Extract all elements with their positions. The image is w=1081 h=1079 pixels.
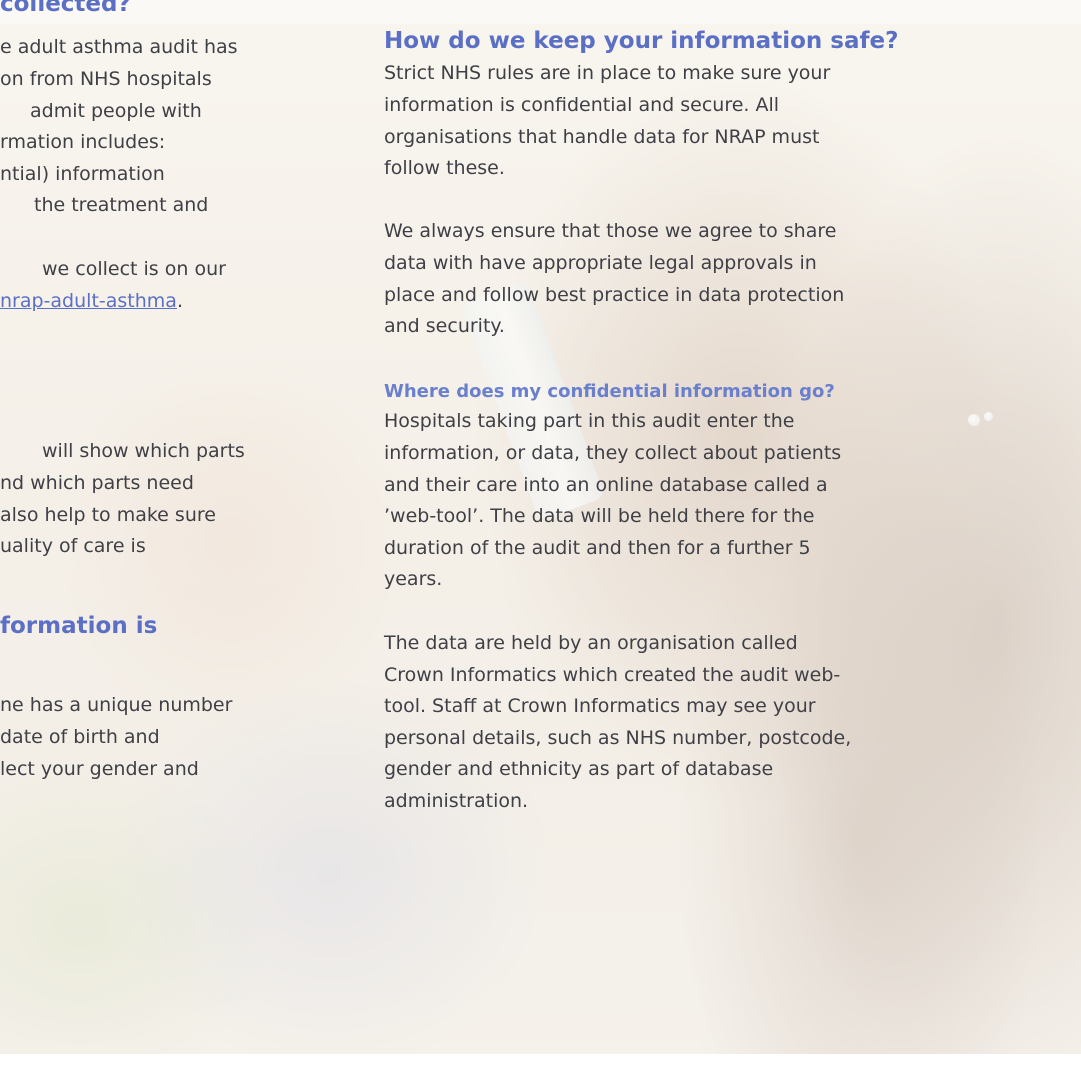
body-line: date of birth and (0, 726, 160, 748)
body-line: ’web-tool’. The data will be held there … (384, 505, 815, 527)
body-line: organisations that handle data for NRAP … (384, 126, 820, 148)
body-line: years. (384, 568, 443, 590)
body-line: and their care into an online database c… (384, 474, 828, 496)
body-line: information is confidential and secure. … (384, 94, 780, 116)
section-heading-safe: How do we keep your information safe? (384, 28, 899, 54)
body-line: we collect is on our (42, 258, 226, 280)
body-line: Crown Informatics which created the audi… (384, 664, 841, 686)
body-line: and security. (384, 315, 505, 337)
body-line: administration. (384, 790, 529, 812)
website-link-line: nrap-adult-asthma. (0, 286, 183, 318)
body-line: ne has a unique number (0, 694, 233, 716)
section-subheading-where: Where does my confidential information g… (384, 381, 835, 402)
body-line: uality of care is (0, 535, 146, 557)
body-line: lect your gender and (0, 758, 199, 780)
top-margin (0, 0, 1081, 24)
body-line: place and follow best practice in data p… (384, 284, 845, 306)
body-line: nd which parts need (0, 472, 194, 494)
body-line: gender and ethnicity as part of database (384, 758, 774, 780)
body-line: Hospitals taking part in this audit ente… (384, 410, 795, 432)
body-line: data with have appropriate legal approva… (384, 252, 817, 274)
body-line: follow these. (384, 157, 505, 179)
body-line: information, or data, they collect about… (384, 442, 842, 464)
body-line: also help to make sure (0, 504, 216, 526)
body-line: personal details, such as NHS number, po… (384, 727, 852, 749)
body-line: tool. Staff at Crown Informatics may see… (384, 695, 816, 717)
body-line: admit people with (30, 100, 202, 122)
leaflet-page: collected? e adult asthma audit has on f… (0, 0, 1081, 1079)
body-line: will show which parts (42, 440, 245, 462)
body-line: Strict NHS rules are in place to make su… (384, 62, 831, 84)
section-heading-collected: collected? (0, 0, 131, 17)
link-period: . (176, 290, 183, 312)
body-line: the treatment and (34, 194, 209, 216)
section-heading-identify: formation is (0, 613, 158, 639)
website-link[interactable]: nrap-adult-asthma (0, 290, 177, 312)
body-line: ntial) information (0, 163, 165, 185)
body-line: on from NHS hospitals (0, 68, 212, 90)
body-line: The data are held by an organisation cal… (384, 632, 798, 654)
body-line: We always ensure that those we agree to … (384, 220, 837, 242)
body-line: e adult asthma audit has (0, 36, 238, 58)
bottom-margin (0, 1054, 1081, 1079)
body-line: duration of the audit and then for a fur… (384, 537, 811, 559)
body-line: rmation includes: (0, 131, 166, 153)
